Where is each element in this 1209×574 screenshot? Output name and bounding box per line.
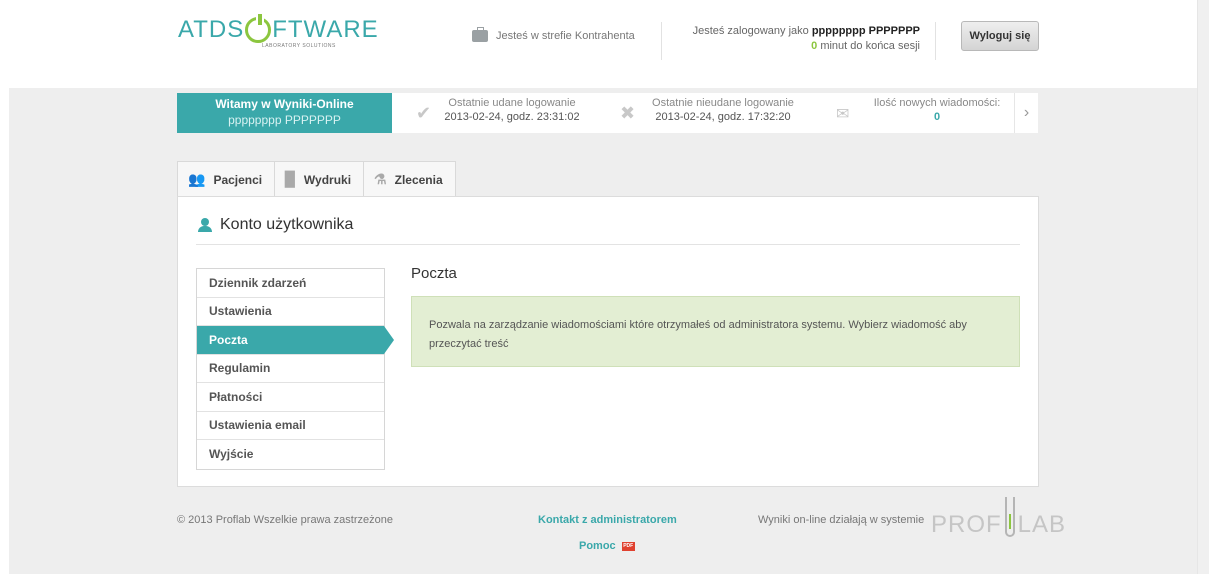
- cross-icon: ✖: [620, 103, 636, 123]
- menu-item-ustawienia-email[interactable]: Ustawienia email: [197, 412, 384, 440]
- help-link[interactable]: Pomoc PDF: [579, 540, 635, 552]
- welcome-title: Witamy w Wyniki-Online: [215, 97, 354, 111]
- logo-text-left: ATDS: [178, 16, 245, 43]
- proflab-logo-left: PROF: [931, 511, 1002, 538]
- info-notice: Pozwala na zarządzanie wiadomościami któ…: [411, 296, 1020, 367]
- new-messages-label: Ilość nowych wiadomości:: [873, 97, 1001, 109]
- menu-item-ustawienia[interactable]: Ustawienia: [197, 298, 384, 326]
- scrollbar[interactable]: [1197, 0, 1209, 574]
- pdf-icon: PDF: [621, 541, 635, 551]
- document-icon: ▉: [285, 171, 296, 187]
- logged-user: pppppppp PPPPPPP: [811, 25, 920, 37]
- title-divider: [196, 244, 1020, 245]
- last-fail-value: 2013-02-24, godz. 17:32:20: [655, 111, 791, 123]
- user-icon: [198, 218, 212, 232]
- logged-as-label: Jesteś zalogowany jako: [692, 25, 809, 37]
- tab-wydruki[interactable]: ▉ Wydruki: [275, 161, 365, 197]
- header-divider: [661, 22, 662, 60]
- new-messages-count: 0: [933, 111, 941, 123]
- new-messages[interactable]: Ilość nowych wiadomości: 0: [862, 93, 1012, 133]
- welcome-user: pppppppp PPPPPPP: [228, 113, 341, 127]
- last-success-label: Ostatnie udane logowanie: [448, 97, 576, 109]
- checkmark-icon: ✔: [416, 103, 432, 123]
- logo-text-right: FTWARE: [272, 16, 379, 43]
- menu-item-platnosci[interactable]: Płatności: [197, 383, 384, 412]
- tab-label: Wydruki: [303, 172, 352, 187]
- logout-button[interactable]: Wyloguj się: [961, 21, 1039, 51]
- session-suffix: minut do końca sesji: [820, 40, 920, 52]
- session-timer: 0 minut do końca sesji: [690, 39, 920, 54]
- page-title: Konto użytkownika: [198, 216, 353, 234]
- proflab-logo[interactable]: PROF LAB: [931, 497, 1066, 539]
- atds-logo[interactable]: ATDS FTWARE LABORATORY SOLUTIONS: [178, 14, 379, 50]
- copyright-text: © 2013 Proflab Wszelkie prawa zastrzeżon…: [177, 514, 393, 526]
- power-icon: [245, 14, 272, 43]
- test-tube-icon: [1004, 497, 1015, 537]
- last-success-value: 2013-02-24, godz. 23:31:02: [444, 111, 580, 123]
- account-menu: Dziennik zdarzeń Ustawienia Poczta Regul…: [196, 268, 394, 470]
- login-info-strip: ✔ Ostatnie udane logowanie 2013-02-24, g…: [392, 93, 1038, 133]
- page-header: ATDS FTWARE LABORATORY SOLUTIONS Jesteś …: [0, 0, 1197, 88]
- main-tabs: 👥 Pacjenci ▉ Wydruki ⚗ Zlecenia: [177, 161, 456, 197]
- flask-icon: ⚗: [374, 171, 387, 187]
- session-minutes: 0: [811, 40, 818, 52]
- last-failed-login: Ostatnie nieudane logowanie 2013-02-24, …: [648, 93, 798, 133]
- zone-text: Jesteś w strefie Kontrahenta: [496, 30, 635, 42]
- tab-zlecenia[interactable]: ⚗ Zlecenia: [364, 161, 456, 197]
- account-panel: Konto użytkownika Dziennik zdarzeń Ustaw…: [177, 196, 1039, 487]
- logo-subtitle: LABORATORY SOLUTIONS: [262, 43, 336, 49]
- tab-pacjenci[interactable]: 👥 Pacjenci: [177, 161, 276, 197]
- menu-item-regulamin[interactable]: Regulamin: [197, 355, 384, 383]
- header-divider: [935, 22, 936, 60]
- envelope-icon: ✉: [836, 106, 850, 123]
- briefcase-icon: [472, 27, 488, 42]
- tab-label: Zlecenia: [394, 172, 443, 187]
- menu-item-wyjscie[interactable]: Wyjście: [197, 440, 384, 469]
- welcome-box: Witamy w Wyniki-Online pppppppp PPPPPPP: [177, 93, 392, 133]
- zone-indicator: Jesteś w strefie Kontrahenta: [472, 27, 635, 42]
- menu-item-poczta[interactable]: Poczta: [197, 326, 394, 355]
- help-label: Pomoc: [579, 540, 616, 552]
- powered-by-text: Wyniki on-line działają w systemie: [758, 514, 925, 526]
- last-success-login: Ostatnie udane logowanie 2013-02-24, god…: [442, 93, 582, 133]
- page-title-text: Konto użytkownika: [220, 216, 354, 233]
- section-title: Poczta: [411, 265, 457, 282]
- last-fail-label: Ostatnie nieudane logowanie: [652, 97, 794, 109]
- menu-item-dziennik-zdarzen[interactable]: Dziennik zdarzeń: [197, 269, 384, 298]
- tab-label: Pacjenci: [213, 172, 263, 187]
- proflab-logo-right: LAB: [1017, 511, 1067, 538]
- chevron-right-icon[interactable]: ›: [1014, 93, 1038, 133]
- contact-admin-link[interactable]: Kontakt z administratorem: [538, 514, 677, 526]
- login-info: Jesteś zalogowany jako pppppppp PPPPPPP …: [690, 24, 920, 54]
- users-icon: 👥: [188, 171, 206, 187]
